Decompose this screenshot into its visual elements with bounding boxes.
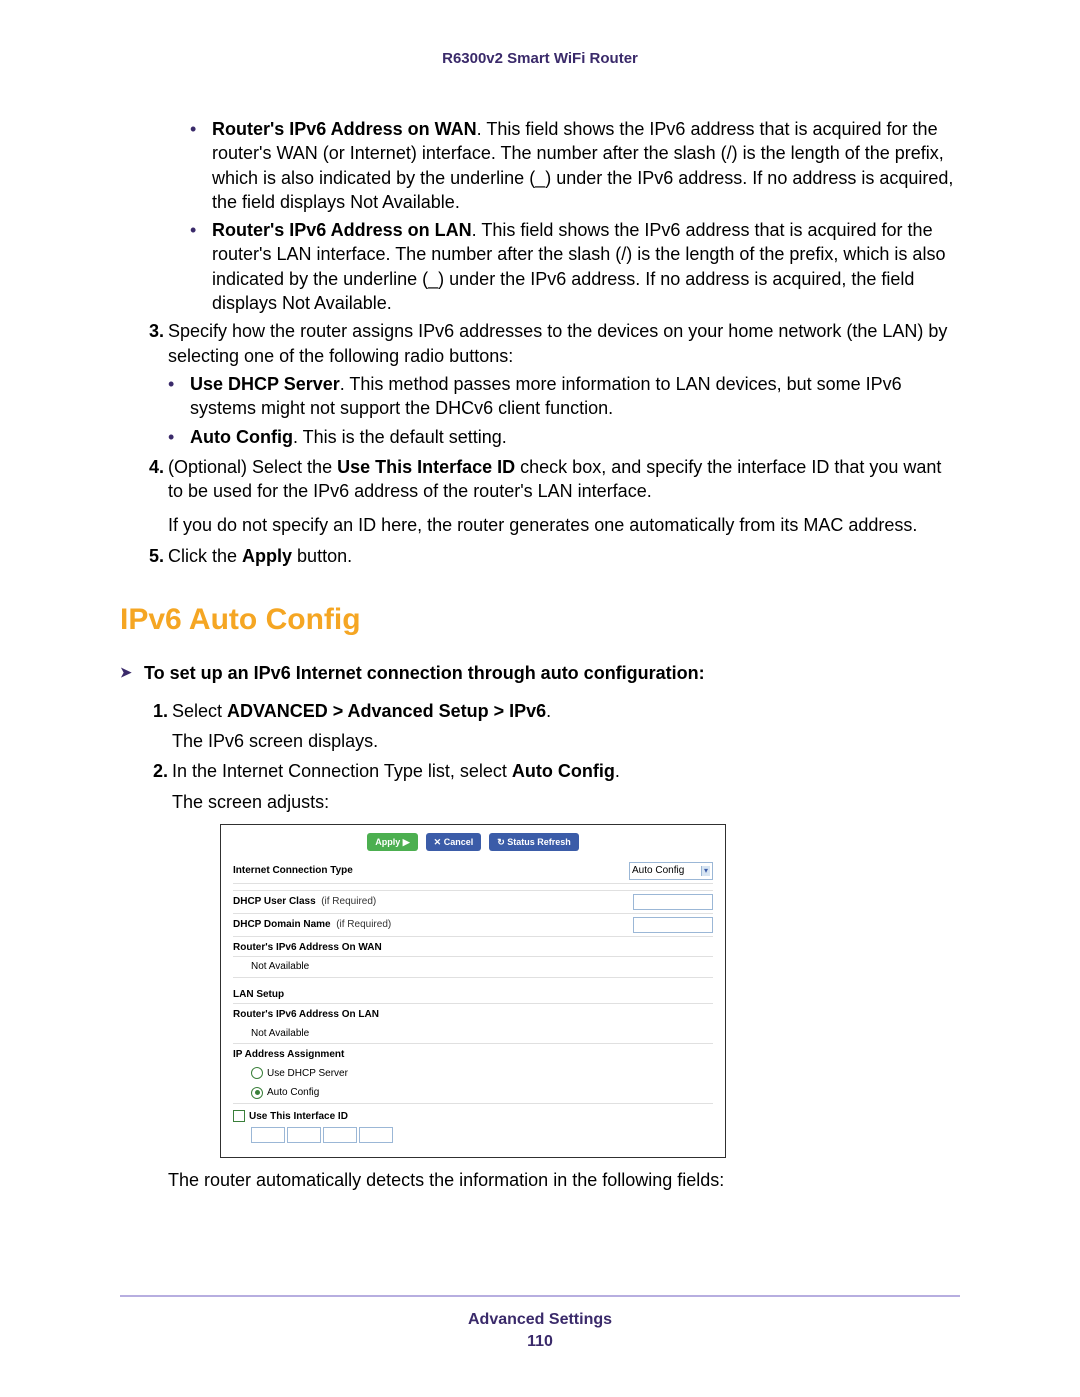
wan-addr-label: Router's IPv6 Address On WAN [233,937,713,958]
interface-id-inputs[interactable] [233,1127,713,1143]
conn-type-label: Internet Connection Type [233,864,353,878]
checkbox-use-interface-id[interactable]: Use This Interface ID [233,1110,713,1124]
apply-button[interactable]: Apply ▶ [367,833,417,851]
step-5: 5. Click the Apply button. [130,544,960,568]
step-3: 3. Specify how the router assigns IPv6 a… [130,319,960,448]
sec-step-2: 2. In the Internet Connection Type list,… [134,759,960,1158]
task-line: To set up an IPv6 Internet connection th… [120,661,960,685]
lan-setup-label: LAN Setup [233,984,713,1005]
router-screenshot-panel: Apply ▶ ✕ Cancel ↻ Status Refresh Intern… [220,824,726,1158]
section-heading-ipv6-auto-config: IPv6 Auto Config [120,600,960,641]
radio-auto-config[interactable]: Auto Config [251,1086,319,1100]
bullet-auto-config: Auto Config. This is the default setting… [168,425,960,449]
ip-assignment-label: IP Address Assignment [233,1044,713,1064]
status-refresh-button[interactable]: ↻ Status Refresh [489,833,579,851]
closing-text: The router automatically detects the inf… [168,1168,960,1192]
cancel-button[interactable]: ✕ Cancel [426,833,482,851]
dhcp-domain-input[interactable] [633,917,713,933]
bullet-lan-address: Router's IPv6 Address on LAN. This field… [190,218,960,315]
conn-type-select[interactable]: Auto Config▾ [629,862,713,880]
bullet-dhcp-server: Use DHCP Server. This method passes more… [168,372,960,421]
document-header: R6300v2 Smart WiFi Router [120,50,960,67]
step-4: 4. (Optional) Select the Use This Interf… [130,455,960,538]
dhcp-user-class-input[interactable] [633,894,713,910]
body-content: Router's IPv6 Address on WAN. This field… [120,117,960,1192]
sec-step-1: 1. Select ADVANCED > Advanced Setup > IP… [134,699,960,754]
lan-addr-value: Not Available [251,1027,309,1041]
dhcp-user-class-label: DHCP User Class (if Required) [233,895,376,909]
dhcp-domain-label: DHCP Domain Name (if Required) [233,918,391,932]
radio-use-dhcp[interactable]: Use DHCP Server [251,1067,348,1081]
page-footer: Advanced Settings 110 [120,1295,960,1351]
chevron-down-icon: ▾ [701,866,710,877]
wan-addr-value: Not Available [251,960,309,974]
bullet-wan-address: Router's IPv6 Address on WAN. This field… [190,117,960,214]
lan-addr-label: Router's IPv6 Address On LAN [233,1004,713,1024]
